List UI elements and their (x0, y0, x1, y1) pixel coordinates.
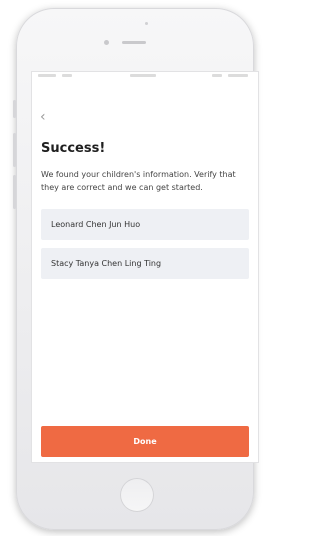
volume-down-button (13, 175, 16, 209)
app-screen: ‹ Success! We found your children's info… (32, 72, 258, 462)
mute-switch (13, 100, 16, 118)
earpiece-speaker (122, 41, 146, 44)
front-camera (104, 40, 109, 45)
status-bar (32, 72, 258, 80)
page-title: Success! (41, 141, 106, 156)
home-button[interactable] (120, 478, 154, 512)
instruction-text: We found your children's information. Ve… (41, 170, 236, 192)
proximity-sensor (145, 22, 148, 25)
child-item[interactable]: Leonard Chen Jun Huo (41, 209, 249, 240)
done-button[interactable]: Done (41, 426, 249, 457)
child-item[interactable]: Stacy Tanya Chen Ling Ting (41, 248, 249, 279)
back-chevron-icon[interactable]: ‹ (40, 110, 46, 124)
volume-up-button (13, 133, 16, 167)
